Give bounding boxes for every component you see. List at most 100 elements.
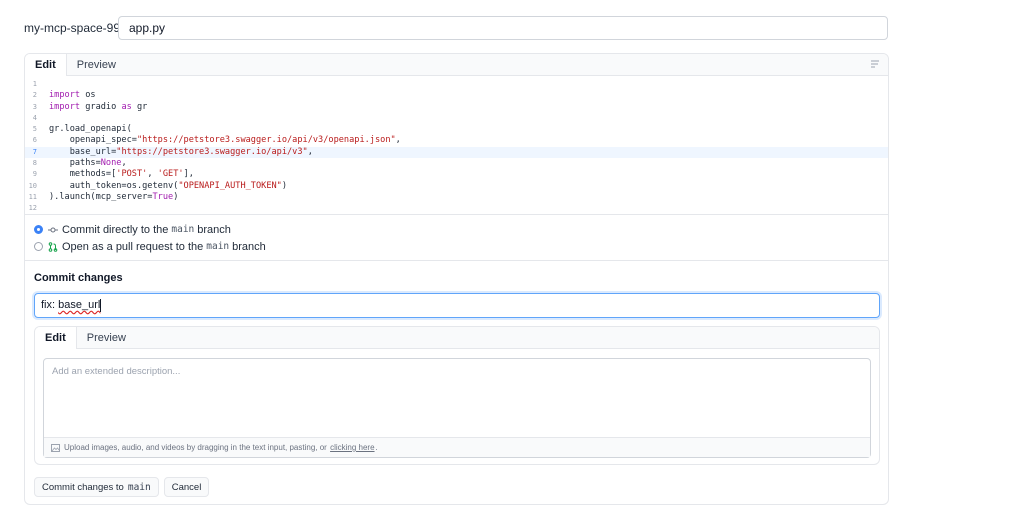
code-token: gradio [80, 101, 122, 112]
commit-changes-header: Commit changes [34, 272, 123, 284]
option-direct-prefix: Commit directly to the [62, 223, 169, 236]
code-content: paths=None, [49, 158, 127, 169]
code-token: gr.load_openapi( [49, 124, 132, 135]
radio-open-pr[interactable] [34, 242, 43, 251]
code-token: auth_token=os.getenv( [49, 180, 179, 191]
code-token: import [49, 90, 81, 101]
code-token: 'GET' [157, 169, 184, 180]
code-token: 'POST' [116, 169, 148, 180]
code-content: base_url="https://petstore3.swagger.io/a… [49, 147, 313, 158]
tab-preview[interactable]: Preview [67, 54, 126, 75]
desc-tab-preview[interactable]: Preview [77, 327, 136, 348]
image-icon [51, 443, 60, 452]
code-token: openapi_spec= [49, 135, 137, 146]
code-line[interactable]: 9 methods=['POST', 'GET'], [25, 169, 888, 180]
code-token: ).launch(mcp_server= [49, 191, 153, 202]
upload-hint-bar: Upload images, audio, and videos by drag… [44, 437, 870, 457]
line-number: 4 [32, 113, 37, 122]
radio-commit-direct[interactable] [34, 225, 43, 234]
option-open-pr[interactable]: Open as a pull request to the main branc… [34, 238, 879, 255]
upload-hint-suffix: . [375, 443, 378, 452]
line-number: 5 [32, 125, 37, 134]
code-token: None [100, 158, 122, 169]
commit-message-input[interactable]: fix: base_url [34, 293, 880, 318]
description-textarea[interactable]: Add an extended description... Upload im… [43, 358, 871, 458]
option-pr-prefix: Open as a pull request to the [62, 240, 204, 253]
line-number: 1 [32, 80, 37, 88]
code-token: methods=[ [49, 169, 117, 180]
code-token: base_url= [49, 146, 117, 157]
code-token: "https://petstore3.swagger.io/api/v3/ope… [136, 135, 396, 146]
text-caret [100, 298, 102, 312]
code-token: , [121, 158, 127, 169]
editor-tabs: Edit Preview [25, 54, 888, 76]
code-token: , [395, 135, 401, 146]
code-line[interactable]: 6 openapi_spec="https://petstore3.swagge… [25, 135, 888, 146]
code-line[interactable]: 12 [25, 203, 888, 214]
commit-button-label: Commit changes to [42, 481, 124, 493]
option-commit-direct[interactable]: Commit directly to the main branch [34, 221, 879, 238]
code-line[interactable]: 10 auth_token=os.getenv("OPENAPI_AUTH_TO… [25, 181, 888, 192]
code-token: , [147, 169, 158, 180]
code-line[interactable]: 8 paths=None, [25, 158, 888, 169]
cancel-button[interactable]: Cancel [163, 477, 210, 497]
commit-message-prefix: fix: [41, 299, 59, 311]
commit-message-word: base_url [58, 299, 101, 311]
tab-edit[interactable]: Edit [25, 54, 67, 76]
action-buttons: Commit changes to main Cancel [34, 477, 210, 497]
code-line[interactable]: 3 import gradio as gr [25, 102, 888, 113]
code-content: import gradio as gr [49, 102, 147, 113]
line-number: 6 [32, 136, 37, 145]
code-token: ) [281, 180, 288, 191]
code-line[interactable]: 11 ).launch(mcp_server=True) [25, 192, 888, 203]
line-number: 12 [28, 204, 37, 213]
commit-changes-button[interactable]: Commit changes to main [34, 477, 159, 497]
code-content: gr.load_openapi( [49, 124, 132, 135]
code-content: auth_token=os.getenv("OPENAPI_AUTH_TOKEN… [49, 181, 287, 192]
divider [25, 260, 888, 261]
description-tabs: Edit Preview [35, 327, 879, 349]
pull-request-icon [48, 241, 58, 252]
code-token: gr [131, 101, 148, 112]
code-token: True [152, 191, 174, 202]
upload-hint-text: Upload images, audio, and videos by drag… [64, 443, 327, 452]
code-line[interactable]: 4 [25, 113, 888, 124]
option-pr-suffix: branch [232, 240, 266, 253]
line-number: 10 [28, 181, 37, 190]
code-content: import os [49, 90, 96, 101]
description-panel: Edit Preview Add an extended description… [34, 326, 880, 465]
code-content: ).launch(mcp_server=True) [49, 192, 178, 203]
code-content: methods=['POST', 'GET'], [49, 169, 194, 180]
description-placeholder: Add an extended description... [52, 366, 181, 377]
code-token: as [121, 101, 132, 112]
commit-icon [48, 227, 58, 232]
code-content: openapi_spec="https://petstore3.swagger.… [49, 135, 401, 146]
line-number: 2 [32, 91, 37, 100]
commit-button-branch: main [127, 481, 151, 493]
code-token: import [49, 101, 81, 112]
filename-input[interactable]: app.py [118, 16, 888, 40]
option-pr-branch: main [206, 241, 230, 252]
option-direct-branch: main [171, 224, 195, 235]
code-line[interactable]: 1 [25, 79, 888, 90]
commit-target-options: Commit directly to the main branch Open … [25, 215, 888, 260]
upload-link[interactable]: clicking here [330, 443, 374, 452]
code-token: ], [183, 169, 194, 180]
line-number: 11 [28, 192, 37, 201]
code-line[interactable]: 7 base_url="https://petstore3.swagger.io… [25, 146, 888, 159]
code-token: , [307, 146, 313, 157]
code-line[interactable]: 2 import os [25, 90, 888, 101]
code-token: ) [173, 191, 179, 202]
code-token: "OPENAPI_AUTH_TOKEN" [178, 180, 282, 191]
line-number: 7 [32, 147, 37, 156]
code-token: os [80, 90, 96, 101]
option-direct-suffix: branch [197, 223, 231, 236]
desc-tab-edit[interactable]: Edit [35, 327, 77, 349]
code-token: "https://petstore3.swagger.io/api/v3" [116, 146, 308, 157]
wrap-lines-icon[interactable] [870, 59, 880, 69]
editor-panel: Edit Preview 1 2 import os 3 import gradio a… [24, 53, 889, 505]
code-line[interactable]: 5 gr.load_openapi( [25, 124, 888, 135]
line-number: 9 [32, 170, 37, 179]
code-editor[interactable]: 1 2 import os 3 import gradio as gr 4 5 gr.load… [25, 76, 888, 214]
code-token: paths= [49, 158, 101, 169]
